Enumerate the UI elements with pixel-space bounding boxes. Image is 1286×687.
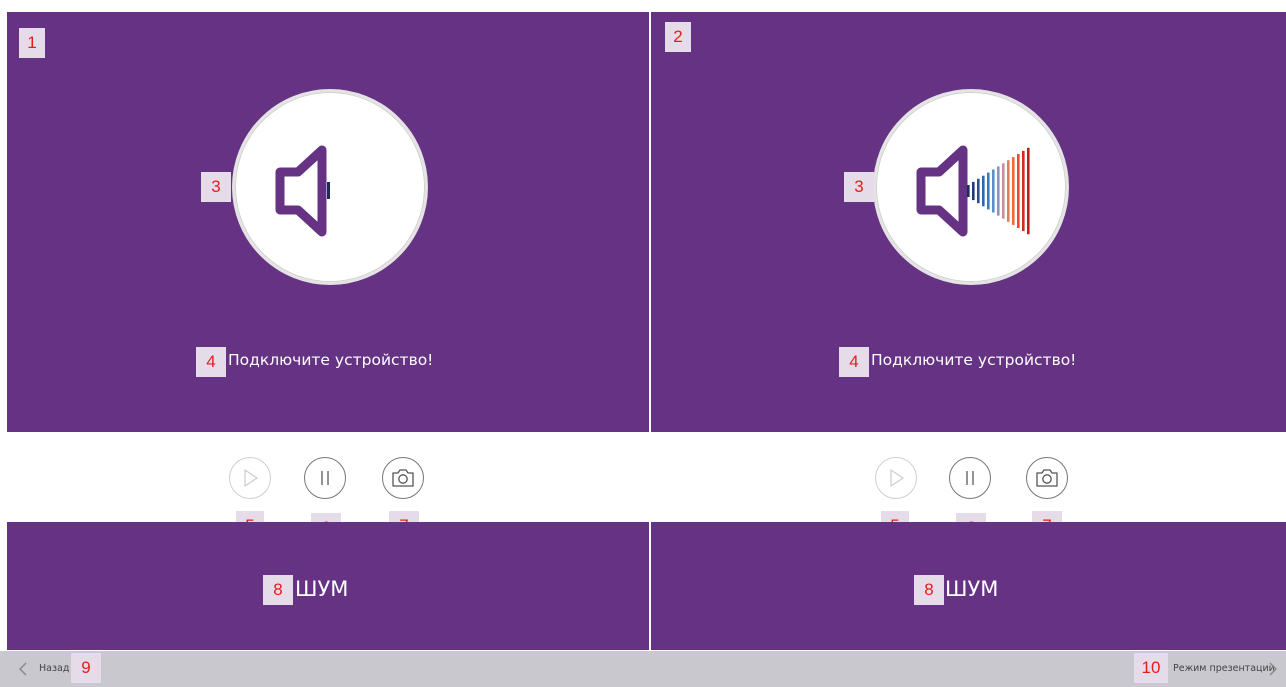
sensor-display: 2 3 4 Подключите устройство! (651, 12, 1286, 432)
back-link[interactable]: Назад (39, 663, 69, 674)
sound-wave-bar (1022, 150, 1025, 232)
pause-button[interactable] (304, 457, 346, 499)
sound-indicator (232, 89, 428, 285)
camera-icon (392, 469, 414, 487)
panel-number-badge: 1 (19, 28, 45, 58)
sound-indicator (873, 89, 1069, 285)
presentation-badge: 10 (1134, 653, 1168, 683)
status-badge: 4 (196, 347, 226, 377)
sound-wave-bar (1007, 160, 1010, 222)
sound-wave-bar (1027, 147, 1030, 235)
pause-button[interactable] (949, 457, 991, 499)
sensor-title: ШУМ (295, 577, 349, 601)
device-status-text: Подключите устройство! (228, 351, 434, 369)
title-badge: 8 (914, 575, 944, 605)
play-button[interactable] (229, 457, 271, 499)
back-button[interactable] (11, 657, 35, 681)
sound-wave-bar (967, 185, 970, 197)
footer-bar: Назад 9 10 Режим презентации (0, 651, 1286, 687)
sensor-panel-1: 1 3 4 Подключите устройство! 5 6 7 8 ШУМ (0, 0, 649, 650)
speaker-low-icon (275, 145, 330, 237)
sensor-panel-2: 2 3 4 Подключите устройство! 5 6 7 8 ШУМ (651, 0, 1286, 650)
sound-wave-bar (1012, 157, 1015, 225)
forward-button[interactable] (1264, 657, 1284, 681)
camera-icon (1036, 469, 1058, 487)
sound-wave-bar (982, 175, 985, 207)
snapshot-button[interactable] (1026, 457, 1068, 499)
play-icon (890, 469, 904, 487)
sound-wave-bar (997, 166, 1000, 216)
sound-wave-bar (1002, 163, 1005, 219)
pause-icon (321, 471, 329, 485)
title-badge: 8 (263, 575, 293, 605)
sensor-title: ШУМ (945, 577, 999, 601)
icon-badge: 3 (201, 172, 231, 202)
sound-wave-bar (992, 169, 995, 213)
sound-wave-bar (972, 181, 975, 201)
sound-wave-bar (977, 178, 980, 204)
chevron-right-icon (1269, 662, 1277, 676)
play-icon (244, 469, 258, 487)
speaker-high-icon (916, 145, 1030, 237)
panel-number-badge: 2 (665, 22, 691, 52)
chevron-left-icon (19, 662, 27, 676)
sound-wave-bar (987, 172, 990, 210)
pause-icon (966, 471, 974, 485)
play-button[interactable] (875, 457, 917, 499)
device-status-text: Подключите устройство! (871, 351, 1077, 369)
icon-badge: 3 (844, 172, 874, 202)
sensor-display: 1 3 4 Подключите устройство! (7, 12, 649, 432)
presentation-mode-link[interactable]: Режим презентации (1173, 663, 1275, 674)
sound-wave-bar (1017, 154, 1020, 228)
back-badge: 9 (71, 653, 101, 683)
status-badge: 4 (839, 347, 869, 377)
snapshot-button[interactable] (382, 457, 424, 499)
